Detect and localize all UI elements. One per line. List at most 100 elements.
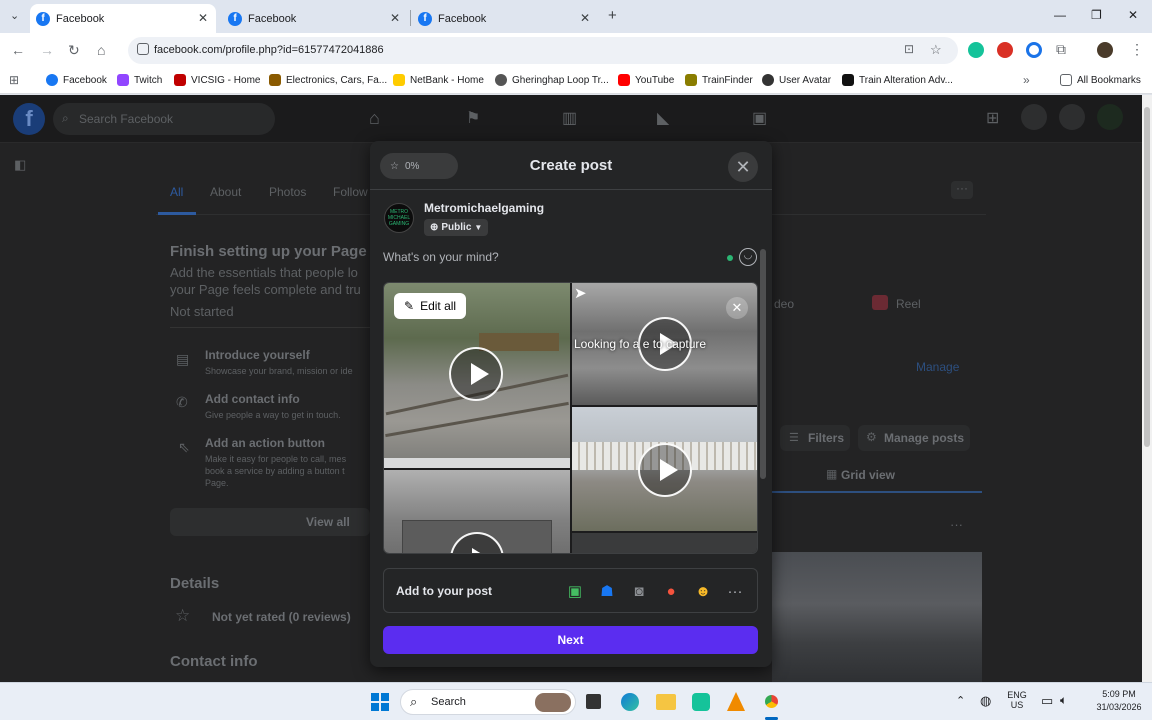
tab-facebook-1[interactable]: f Facebook ✕	[30, 4, 216, 33]
bookmark-gheringhap[interactable]: Gheringhap Loop Tr...	[495, 74, 609, 86]
ads-nav-icon[interactable]: ◣	[657, 108, 669, 128]
tab-list-button[interactable]: ⌄	[10, 9, 19, 22]
video-thumbnail-4[interactable]	[384, 470, 570, 553]
notifications-icon[interactable]	[1059, 104, 1085, 130]
task-view-icon[interactable]	[586, 694, 601, 709]
minimize-button[interactable]: —	[1054, 8, 1066, 22]
display-icon[interactable]: ▭	[1041, 693, 1053, 709]
bookmark-twitch[interactable]: Twitch	[117, 74, 162, 86]
taskbar-search[interactable]: ⌕ Search	[400, 689, 576, 715]
manage-link[interactable]: Manage	[916, 360, 959, 374]
volume-icon[interactable]: 🔈︎	[1060, 693, 1067, 708]
tab-facebook-2[interactable]: f Facebook ✕	[222, 4, 408, 33]
chrome-taskbar-icon[interactable]	[762, 692, 781, 711]
chrome-menu-icon[interactable]: ⋮	[1130, 41, 1144, 58]
more-options-icon[interactable]: ···	[951, 181, 973, 199]
action-button-title[interactable]: Add an action button	[205, 436, 325, 450]
home-nav-icon[interactable]: ⌂	[369, 108, 380, 129]
sidebar-toggle-icon[interactable]: ◧	[14, 157, 26, 173]
account-avatar[interactable]	[1097, 104, 1123, 130]
tab-about[interactable]: About	[210, 185, 241, 199]
video-option[interactable]: deo	[774, 297, 794, 311]
introduce-title[interactable]: Introduce yourself	[205, 348, 310, 362]
vlc-icon[interactable]	[727, 692, 745, 711]
more-bookmarks-icon[interactable]: »	[1023, 73, 1030, 87]
menu-grid-icon[interactable]: ⊞	[986, 108, 999, 128]
blue-extension-icon[interactable]	[1026, 42, 1042, 58]
post-text-input[interactable]: What's on your mind?	[383, 250, 499, 264]
bookmark-youtube[interactable]: YouTube	[618, 74, 674, 86]
insights-nav-icon[interactable]: ▥	[562, 108, 577, 128]
photo-video-icon[interactable]: ▣	[565, 581, 585, 601]
network-status-icon[interactable]: ◍	[980, 693, 991, 709]
all-bookmarks[interactable]: All Bookmarks	[1060, 74, 1141, 86]
language-indicator[interactable]: ENG US	[1003, 690, 1031, 710]
new-tab-button[interactable]: +	[608, 7, 617, 24]
forward-button[interactable]: →	[40, 42, 54, 58]
bookmark-trainfinder[interactable]: TrainFinder	[685, 74, 753, 86]
messenger-icon[interactable]	[1021, 104, 1047, 130]
bookmark-user-avatar[interactable]: User Avatar	[762, 74, 831, 86]
tab-facebook-3[interactable]: f Facebook ✕	[412, 4, 598, 33]
play-video-icon[interactable]	[638, 443, 692, 497]
dialog-scrollbar[interactable]	[760, 249, 766, 479]
remove-media-button[interactable]: ✕	[726, 297, 748, 319]
close-tab-icon[interactable]: ✕	[390, 11, 400, 25]
red-extension-icon[interactable]	[997, 42, 1013, 58]
profile-avatar[interactable]	[1097, 42, 1113, 58]
file-explorer-icon[interactable]	[656, 694, 676, 710]
page-scrollbar[interactable]	[1142, 95, 1152, 682]
tag-people-icon[interactable]: ☗	[597, 581, 617, 601]
post-thumbnail-image[interactable]	[772, 552, 982, 682]
facebook-logo-icon[interactable]: f	[13, 103, 45, 135]
bookmark-vicsig[interactable]: VICSIG - Home	[174, 74, 260, 86]
home-button[interactable]: ⌂	[97, 42, 105, 58]
video-thumbnail-5[interactable]	[572, 533, 757, 553]
back-button[interactable]: ←	[11, 42, 25, 58]
video-thumbnail-3[interactable]	[572, 407, 757, 531]
grid-view-tab[interactable]: Grid view	[841, 468, 895, 482]
feeling-icon[interactable]: ☻	[693, 581, 713, 601]
flag-nav-icon[interactable]: ⚑	[466, 108, 480, 128]
clock[interactable]: 5:09 PM 31/03/2026	[1088, 689, 1150, 712]
tray-overflow-icon[interactable]: ⌃	[956, 694, 965, 707]
reel-option[interactable]: Reel	[896, 297, 921, 311]
search-facebook-input[interactable]: ⌕ Search Facebook	[53, 103, 275, 135]
bookmark-star-icon[interactable]: ☆	[930, 42, 942, 58]
tab-all[interactable]: All	[170, 185, 183, 199]
edge-icon[interactable]	[621, 693, 639, 711]
scrollbar-thumb[interactable]	[1144, 107, 1150, 447]
more-icon[interactable]: ···	[725, 581, 745, 601]
install-app-icon[interactable]: ⊡	[904, 42, 914, 56]
bookmark-facebook[interactable]: Facebook	[46, 74, 107, 86]
close-tab-icon[interactable]: ✕	[198, 11, 208, 25]
close-dialog-button[interactable]: ✕	[728, 152, 758, 182]
contact-info-title[interactable]: Add contact info	[205, 392, 300, 406]
bookmark-electronics[interactable]: Electronics, Cars, Fa...	[269, 74, 387, 86]
next-button[interactable]: Next	[383, 626, 758, 654]
live-video-icon[interactable]: ◙	[629, 581, 649, 601]
bookmark-train-alteration[interactable]: Train Alteration Adv...	[842, 74, 953, 86]
tab-follow[interactable]: Follow	[333, 185, 368, 199]
green-app-icon[interactable]	[692, 693, 710, 711]
check-in-icon[interactable]: ●	[661, 581, 681, 601]
privacy-selector[interactable]: ⊕ Public ▼	[424, 219, 489, 236]
manage-posts-button[interactable]: ⚙ Manage posts	[858, 425, 970, 451]
window-close-button[interactable]: ✕	[1128, 8, 1138, 22]
view-all-button[interactable]: View all	[170, 508, 370, 536]
extensions-puzzle-icon[interactable]: ⧉	[1056, 41, 1066, 58]
tab-photos[interactable]: Photos	[269, 185, 306, 199]
address-bar[interactable]: facebook.com/profile.php?id=615774720418…	[128, 37, 958, 64]
play-video-icon[interactable]	[449, 347, 503, 401]
apps-grid-icon[interactable]: ⊞	[9, 73, 19, 87]
filters-button[interactable]: ☰ Filters	[780, 425, 850, 451]
site-info-icon[interactable]	[137, 43, 149, 55]
windows-start-icon[interactable]	[371, 693, 389, 711]
post-more-icon[interactable]: ···	[950, 517, 963, 532]
edit-all-button[interactable]: ✎ Edit all	[394, 293, 467, 319]
calendar-nav-icon[interactable]: ▣	[752, 108, 767, 128]
restore-button[interactable]: ❐	[1091, 8, 1102, 22]
reload-button[interactable]: ↻	[68, 42, 80, 59]
grammarly-extension-icon[interactable]	[968, 42, 984, 58]
close-tab-icon[interactable]: ✕	[580, 11, 590, 25]
